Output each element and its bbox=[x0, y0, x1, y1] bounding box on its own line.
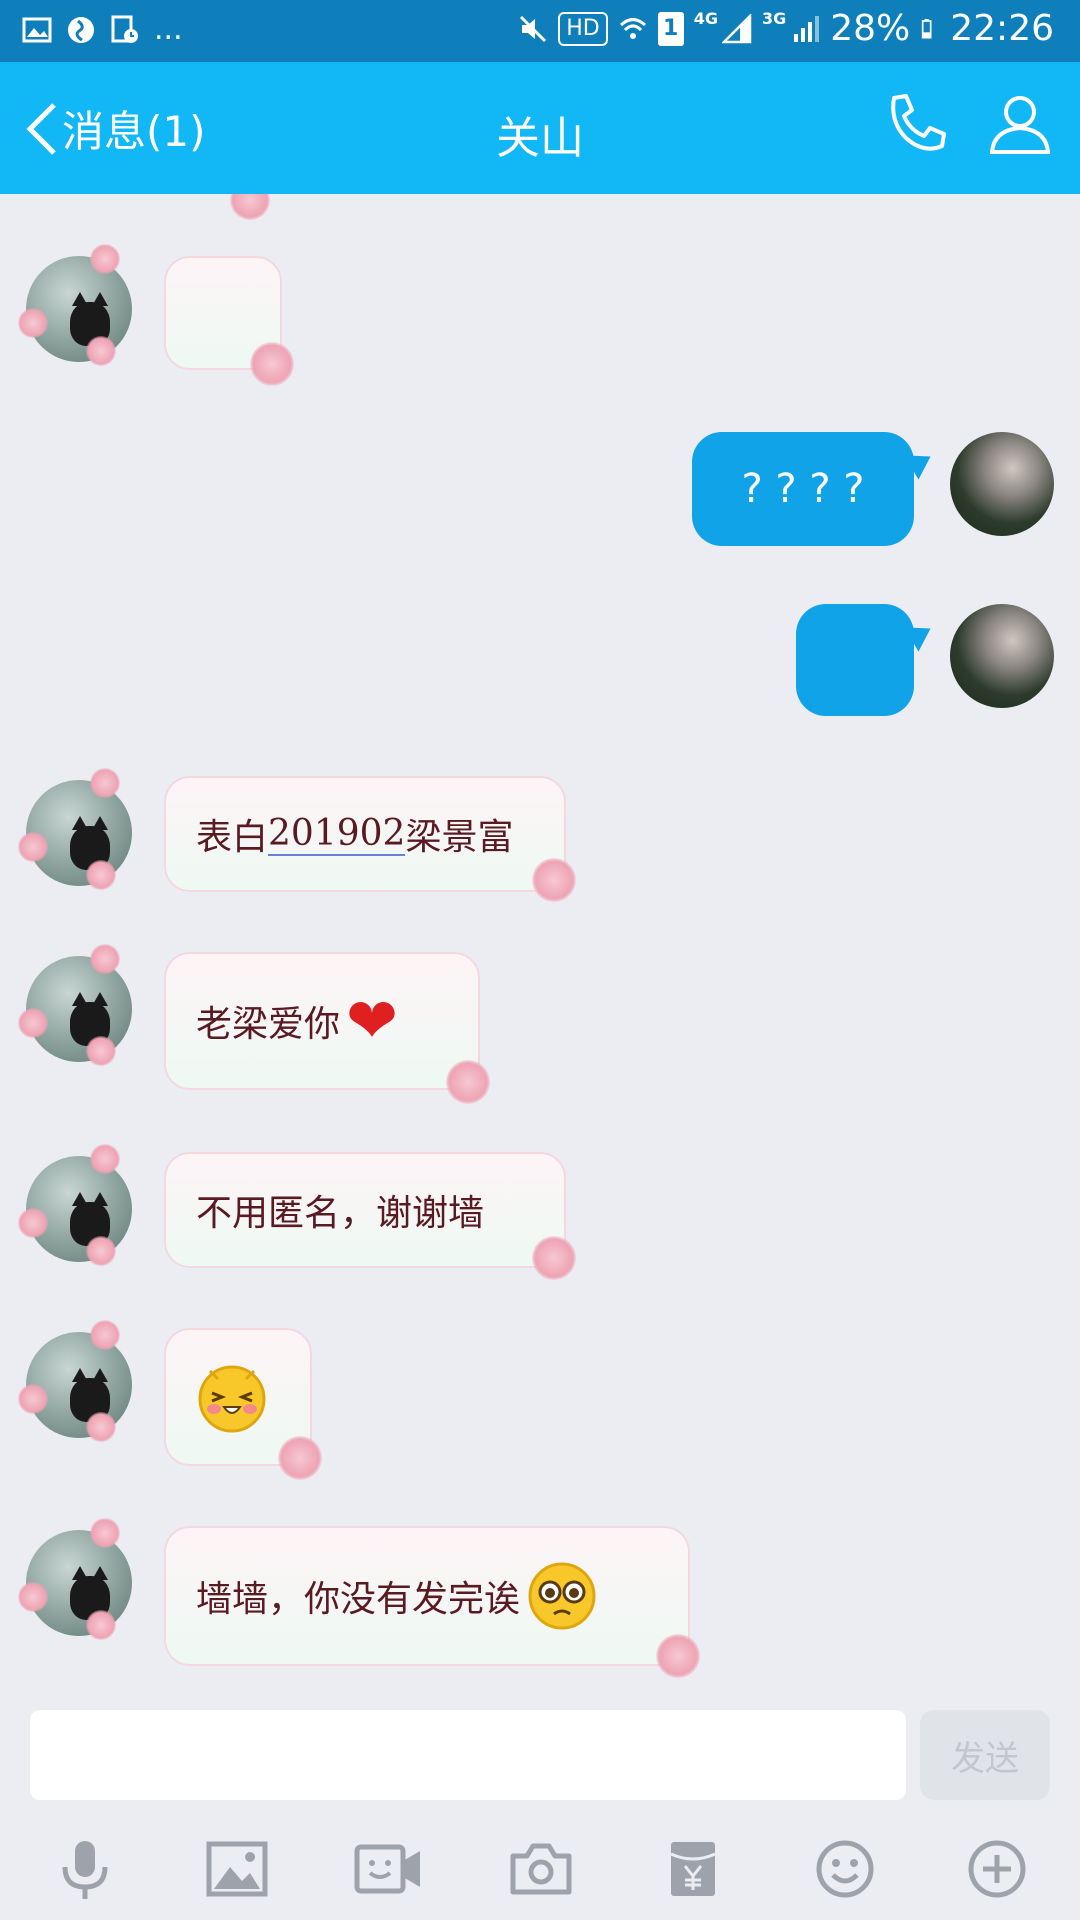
message-bubble[interactable]: 墙墙，你没有发完诶 bbox=[164, 1526, 690, 1666]
battery-icon bbox=[922, 18, 932, 38]
send-button[interactable]: 发送 bbox=[920, 1710, 1050, 1800]
message-text: 墙墙，你没有发完诶 bbox=[196, 1579, 521, 1620]
message-input[interactable] bbox=[30, 1710, 906, 1800]
message-bubble[interactable]: 老梁爱你 ❤ bbox=[164, 952, 480, 1090]
input-bar: 发送 bbox=[0, 1706, 1080, 1920]
decoration-flower bbox=[532, 858, 576, 902]
notification-icons: ... bbox=[22, 12, 183, 47]
chat-header: 消息(1) 关山 bbox=[0, 62, 1080, 194]
decoration-flower bbox=[18, 1008, 48, 1038]
wifi-icon bbox=[619, 17, 646, 39]
hd-badge: HD bbox=[558, 11, 608, 46]
avatar[interactable] bbox=[18, 944, 132, 1066]
message-bubble[interactable]: 不用匿名，谢谢墙 bbox=[164, 1152, 566, 1268]
decoration-flower bbox=[90, 244, 120, 274]
system-status: HD 1 4G 3G 28% 22:26 bbox=[518, 8, 1054, 49]
plus-icon bbox=[968, 1840, 1026, 1898]
battery-percent: 28% bbox=[830, 8, 911, 49]
decoration-flower bbox=[18, 832, 48, 862]
decoration-flower bbox=[532, 1236, 576, 1280]
decoration-flower bbox=[278, 1436, 322, 1480]
emoji-icon bbox=[816, 1840, 874, 1898]
signal-3g-icon bbox=[794, 15, 820, 42]
video-button[interactable] bbox=[344, 1824, 434, 1914]
voice-button[interactable] bbox=[40, 1824, 130, 1914]
video-icon bbox=[354, 1844, 420, 1894]
emoji-button[interactable] bbox=[800, 1824, 890, 1914]
decoration-flower bbox=[656, 1634, 700, 1678]
signal-4g-icon bbox=[721, 13, 752, 43]
decoration-flower bbox=[18, 1384, 48, 1414]
decoration-flower bbox=[90, 944, 120, 974]
decoration-flower bbox=[86, 1610, 116, 1640]
avatar[interactable] bbox=[950, 604, 1054, 708]
mute-icon bbox=[520, 15, 547, 42]
clock-notification-icon bbox=[111, 15, 138, 43]
pleading-face-emoji-icon bbox=[528, 1562, 596, 1630]
message-text: ? ? ? ? bbox=[741, 466, 865, 512]
avatar[interactable] bbox=[18, 1320, 132, 1442]
decoration-flower bbox=[18, 1208, 48, 1238]
image-icon bbox=[206, 1841, 268, 1897]
decoration-flower bbox=[86, 1236, 116, 1266]
decoration-flower bbox=[90, 1518, 120, 1548]
status-bar: ... HD 1 4G 3G 28% 22:26 bbox=[0, 0, 1080, 62]
input-toolbar bbox=[0, 1824, 1080, 1920]
gallery-notification-icon bbox=[22, 17, 52, 42]
sim-indicator: 1 bbox=[657, 11, 684, 46]
red-packet-icon bbox=[670, 1842, 716, 1896]
image-button[interactable] bbox=[192, 1824, 282, 1914]
message-list[interactable]: ? ? ? ? 表白 201902 梁景富 老梁爱你 ❤ 不用匿名，谢谢墙 墙墙… bbox=[0, 194, 1080, 1706]
avatar[interactable] bbox=[950, 432, 1054, 536]
decoration-flower bbox=[250, 342, 294, 386]
message-link-number[interactable]: 201902 bbox=[268, 813, 406, 856]
decoration-flower bbox=[86, 1412, 116, 1442]
phone-call-icon[interactable] bbox=[884, 92, 948, 156]
avatar[interactable] bbox=[18, 1518, 132, 1640]
profile-icon[interactable] bbox=[988, 92, 1052, 156]
message-text: 老梁爱你 bbox=[196, 1004, 341, 1045]
avatar[interactable] bbox=[18, 768, 132, 890]
decoration-flower bbox=[90, 1144, 120, 1174]
message-text-prefix: 表白 bbox=[196, 817, 269, 858]
camera-icon bbox=[510, 1843, 572, 1895]
more-notifications: ... bbox=[154, 12, 183, 47]
network-3g-label: 3G bbox=[761, 9, 787, 28]
decoration-flower bbox=[18, 308, 48, 338]
decoration-flower bbox=[90, 768, 120, 798]
message-bubble[interactable]: 表白 201902 梁景富 bbox=[164, 776, 566, 892]
decoration-flower bbox=[86, 1036, 116, 1066]
laughing-face-emoji-icon bbox=[198, 1365, 266, 1433]
microphone-icon bbox=[62, 1841, 108, 1899]
message-bubble[interactable]: ? ? ? ? bbox=[692, 432, 914, 546]
decoration-flower bbox=[18, 1582, 48, 1612]
more-button[interactable] bbox=[952, 1824, 1042, 1914]
avatar[interactable] bbox=[18, 1144, 132, 1266]
camera-button[interactable] bbox=[496, 1824, 586, 1914]
message-bubble[interactable] bbox=[796, 604, 914, 716]
decoration-flower bbox=[90, 1320, 120, 1350]
clock-time: 22:26 bbox=[950, 8, 1054, 49]
red-packet-button[interactable] bbox=[648, 1824, 738, 1914]
app-notification-icon bbox=[68, 16, 94, 43]
decoration-flower bbox=[446, 1060, 490, 1104]
heart-emoji-icon: ❤ bbox=[346, 984, 398, 1057]
decoration-flower bbox=[86, 860, 116, 890]
decoration-flower bbox=[86, 336, 116, 366]
avatar[interactable] bbox=[18, 244, 132, 366]
network-4g-label: 4G bbox=[693, 9, 718, 28]
message-text-suffix: 梁景富 bbox=[405, 817, 514, 858]
decoration-flower bbox=[230, 194, 270, 220]
message-text: 不用匿名，谢谢墙 bbox=[196, 1193, 485, 1234]
